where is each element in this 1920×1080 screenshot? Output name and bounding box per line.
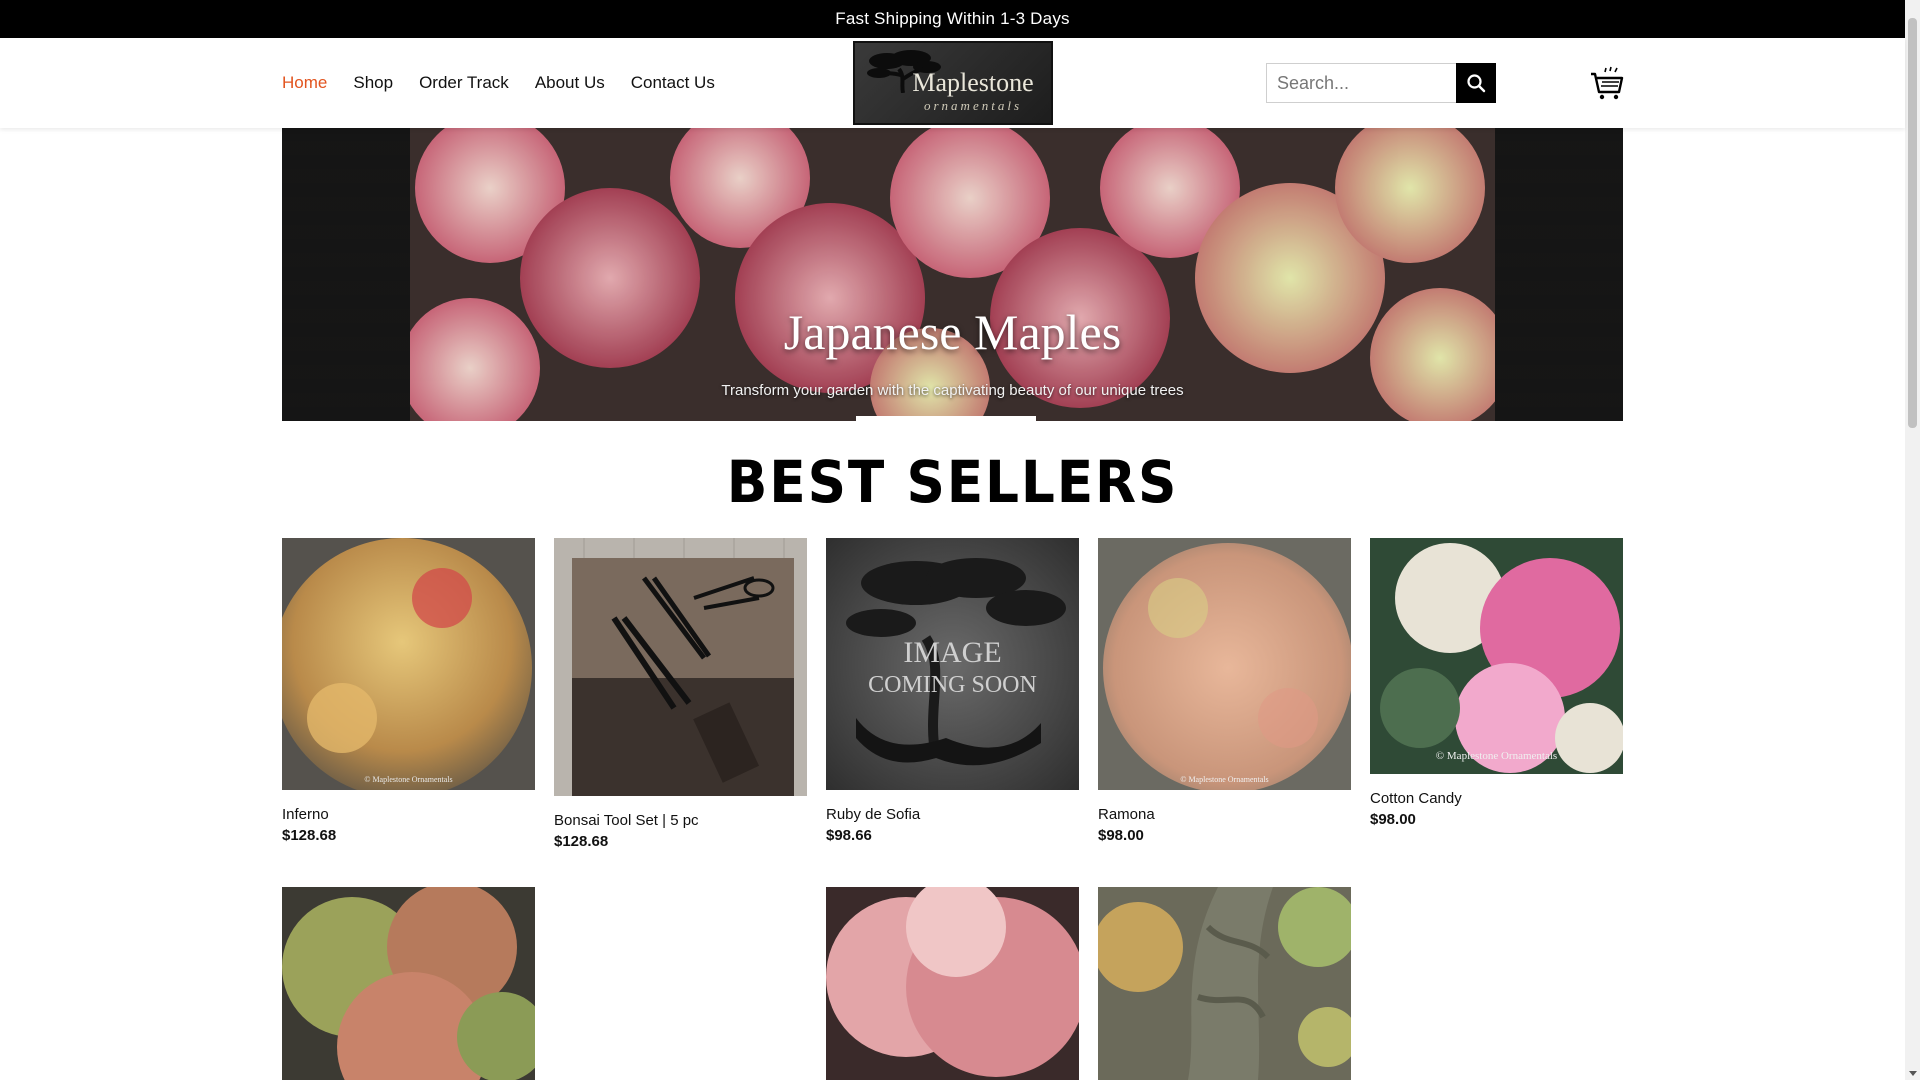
product-card[interactable]: © Maplestone Ornamentals Cotton Candy $9… [1370, 538, 1623, 828]
shipping-banner: Fast Shipping Within 1-3 Days [0, 0, 1905, 38]
product-card[interactable]: IMAGE COMING SOON Ruby de Sofia $98.66 [826, 538, 1079, 844]
product-name[interactable]: Inferno [282, 806, 535, 823]
product-image-ruby-de-sofia[interactable]: IMAGE COMING SOON [826, 538, 1079, 790]
product-name[interactable]: Ramona [1098, 806, 1351, 823]
product-card[interactable] [1098, 887, 1351, 1080]
product-image[interactable] [826, 887, 1079, 1080]
product-photo [1098, 538, 1351, 790]
product-card[interactable]: © Maplestone Ornamentals Inferno $128.68 [282, 538, 535, 844]
logo-subtitle: ornamentals [924, 98, 1022, 113]
product-photo [282, 538, 535, 790]
product-image-ramona[interactable]: © Maplestone Ornamentals [1098, 538, 1351, 790]
product-card[interactable]: Bonsai Tool Set | 5 pc $128.68 [554, 538, 807, 850]
product-price: $98.00 [1370, 811, 1416, 828]
image-watermark: © Maplestone Ornamentals [1180, 775, 1269, 784]
placeholder-line2: COMING SOON [868, 672, 1037, 698]
product-price: $98.00 [1098, 827, 1144, 844]
hero-banner[interactable]: Japanese Maples Transform your garden wi… [282, 128, 1623, 421]
product-photo [826, 887, 1079, 1080]
cart-icon[interactable] [1589, 65, 1625, 101]
nav-home[interactable]: Home [282, 73, 327, 93]
product-card[interactable] [282, 887, 535, 1080]
product-card[interactable] [826, 887, 1079, 1080]
placeholder-line1: IMAGE [903, 636, 1002, 669]
product-name[interactable]: Ruby de Sofia [826, 806, 1079, 823]
nav-contact-us[interactable]: Contact Us [631, 73, 715, 93]
product-price: $98.66 [826, 827, 872, 844]
product-name[interactable]: Cotton Candy [1370, 790, 1623, 807]
site-logo[interactable]: Maplestone ornamentals [853, 41, 1053, 125]
nav-shop[interactable]: Shop [353, 73, 393, 93]
product-price: $128.68 [282, 827, 337, 844]
search-button[interactable] [1456, 63, 1496, 103]
product-photo [282, 887, 535, 1080]
product-photo [554, 538, 807, 796]
product-photo [1098, 887, 1351, 1080]
scrollbar-thumb[interactable] [1908, 18, 1917, 428]
search-box [1266, 63, 1496, 103]
site-header: Home Shop Order Track About Us Contact U… [0, 38, 1905, 128]
product-image-inferno[interactable]: © Maplestone Ornamentals [282, 538, 535, 790]
search-icon [1467, 74, 1486, 93]
image-watermark: © Maplestone Ornamentals [364, 775, 453, 784]
shipping-banner-text: Fast Shipping Within 1-3 Days [835, 9, 1070, 28]
product-photo [1370, 538, 1623, 774]
product-image-bonsai-tool-set[interactable] [554, 538, 807, 796]
main-nav: Home Shop Order Track About Us Contact U… [282, 38, 715, 128]
nav-about-us[interactable]: About Us [535, 73, 605, 93]
image-watermark: © Maplestone Ornamentals [1435, 750, 1558, 762]
page-scrollbar[interactable] [1905, 0, 1920, 1080]
scroll-down-arrow-icon[interactable] [1909, 1071, 1917, 1076]
product-image[interactable] [1098, 887, 1351, 1080]
nav-order-track[interactable]: Order Track [419, 73, 509, 93]
logo-name: Maplestone [912, 68, 1034, 97]
search-input[interactable] [1266, 63, 1456, 103]
hero-subtitle: Transform your garden with the captivati… [721, 382, 1184, 399]
hero-slide-indicator[interactable] [856, 416, 1036, 421]
best-sellers-heading: BEST SELLERS [726, 448, 1179, 516]
hero-title: Japanese Maples [783, 304, 1122, 360]
product-card[interactable]: © Maplestone Ornamentals Ramona $98.00 [1098, 538, 1351, 844]
page: Fast Shipping Within 1-3 Days Home Shop … [0, 0, 1920, 1080]
maple-leaves-image [410, 128, 1495, 421]
product-image-cotton-candy[interactable]: © Maplestone Ornamentals [1370, 538, 1623, 774]
product-image[interactable] [282, 887, 535, 1080]
product-name[interactable]: Bonsai Tool Set | 5 pc [554, 812, 807, 829]
product-price: $128.68 [554, 833, 609, 850]
